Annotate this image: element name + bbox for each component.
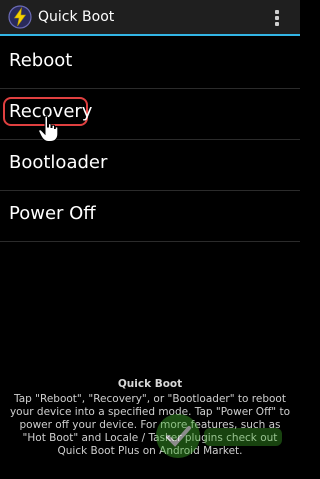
overflow-menu-icon[interactable] (270, 9, 284, 27)
lightning-bolt-icon[interactable] (8, 5, 32, 29)
menu-item-bootloader[interactable]: Bootloader (0, 140, 300, 191)
watermark-logo (156, 414, 282, 458)
boot-options-list: Reboot Recovery Bootloader Power Off (0, 38, 300, 242)
menu-item-power-off[interactable]: Power Off (0, 191, 300, 242)
menu-item-label: Bootloader (9, 152, 108, 173)
info-title: Quick Boot (117, 378, 183, 390)
menu-item-label: Power Off (9, 203, 96, 224)
menu-item-label: Reboot (9, 50, 73, 71)
action-bar: Quick Boot (0, 0, 300, 36)
menu-item-recovery[interactable]: Recovery (0, 89, 300, 142)
app-title: Quick Boot (38, 9, 115, 25)
menu-item-reboot[interactable]: Reboot (0, 38, 300, 89)
hand-cursor-icon (38, 115, 59, 142)
